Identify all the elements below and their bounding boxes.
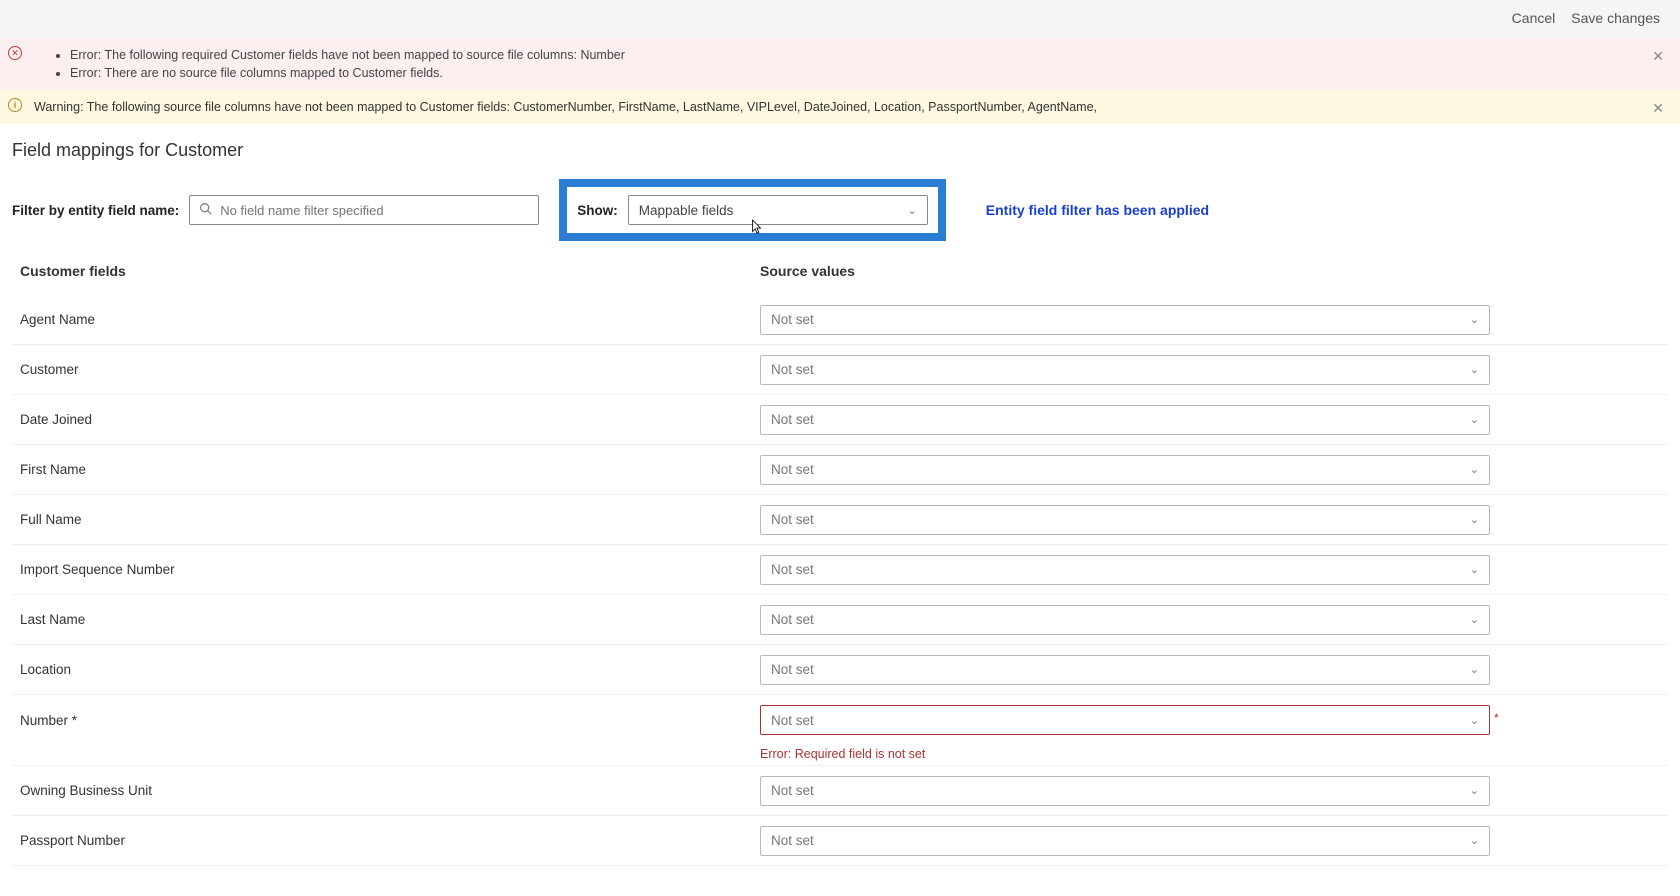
required-indicator: * [1494,711,1499,725]
top-action-bar: Cancel Save changes [0,0,1680,38]
show-dropdown[interactable]: Mappable fields ⌄ [628,195,928,225]
warning-message: Warning: The following source file colum… [34,100,1097,114]
field-row-owning-business-unit: Owning Business Unit Not set ⌄ [12,766,1668,816]
show-dropdown-value: Mappable fields [639,203,734,218]
page-title: Field mappings for Customer [12,140,1668,161]
dropdown-value: Not set [771,462,814,477]
field-row-agent-name: Agent Name Not set ⌄ [12,295,1668,345]
chevron-down-icon: ⌄ [1470,563,1479,576]
error-message-1: Error: The following required Customer f… [70,46,1640,64]
field-row-last-name: Last Name Not set ⌄ [12,595,1668,645]
search-icon [199,202,212,218]
chevron-down-icon: ⌄ [1470,363,1479,376]
field-label: Number * [20,713,760,728]
field-label: Passport Number [20,833,760,848]
chevron-down-icon: ⌄ [1470,714,1479,727]
field-label: Agent Name [20,312,760,327]
field-error-message: Error: Required field is not set [12,747,1668,761]
field-label: Date Joined [20,412,760,427]
field-label: Owning Business Unit [20,783,760,798]
columns-header: Customer fields Source values [12,263,1668,279]
field-row-customer: Customer Not set ⌄ [12,345,1668,395]
field-row-first-name: First Name Not set ⌄ [12,445,1668,495]
close-icon[interactable]: ✕ [1652,46,1664,66]
filter-applied-message: Entity field filter has been applied [986,202,1209,218]
filter-input[interactable] [189,195,539,225]
warning-icon: i [8,98,22,112]
field-row-passport-number: Passport Number Not set ⌄ [12,816,1668,866]
dropdown-value: Not set [771,612,814,627]
show-filter-highlight: Show: Mappable fields ⌄ [559,179,946,241]
error-message-2: Error: There are no source file columns … [70,64,1640,82]
error-banner: ✕ Error: The following required Customer… [0,38,1680,90]
source-value-dropdown[interactable]: Not set ⌄ [760,655,1490,685]
dropdown-value: Not set [771,412,814,427]
source-value-dropdown[interactable]: Not set ⌄ [760,605,1490,635]
source-value-dropdown[interactable]: Not set ⌄ [760,305,1490,335]
source-value-dropdown[interactable]: Not set ⌄ [760,355,1490,385]
filter-row: Filter by entity field name: Show: Mappa… [12,179,1668,241]
filter-input-wrap [189,195,539,225]
field-row-number: Number * Not set ⌄ * [12,695,1668,745]
field-row-import-sequence-number: Import Sequence Number Not set ⌄ [12,545,1668,595]
source-value-dropdown[interactable]: Not set ⌄ [760,505,1490,535]
chevron-down-icon: ⌄ [1470,613,1479,626]
field-row-location: Location Not set ⌄ [12,645,1668,695]
field-label: Full Name [20,512,760,527]
column-header-customer-fields: Customer fields [20,263,760,279]
cancel-button[interactable]: Cancel [1512,10,1556,26]
column-header-source-values: Source values [760,263,1660,279]
dropdown-value: Not set [771,783,814,798]
save-changes-button[interactable]: Save changes [1571,10,1660,26]
source-value-dropdown[interactable]: Not set ⌄ [760,705,1490,735]
source-value-dropdown[interactable]: Not set ⌄ [760,826,1490,856]
source-value-dropdown[interactable]: Not set ⌄ [760,776,1490,806]
close-icon[interactable]: ✕ [1652,98,1664,118]
source-value-dropdown[interactable]: Not set ⌄ [760,405,1490,435]
dropdown-value: Not set [771,662,814,677]
warning-banner: i Warning: The following source file col… [0,90,1680,124]
dropdown-value: Not set [771,833,814,848]
filter-label: Filter by entity field name: [12,203,179,218]
dropdown-value: Not set [771,562,814,577]
show-label: Show: [577,203,618,218]
chevron-down-icon: ⌄ [1470,663,1479,676]
field-label: Import Sequence Number [20,562,760,577]
chevron-down-icon: ⌄ [1470,313,1479,326]
field-row-date-joined: Date Joined Not set ⌄ [12,395,1668,445]
source-value-dropdown[interactable]: Not set ⌄ [760,555,1490,585]
chevron-down-icon: ⌄ [1470,834,1479,847]
page-body: Field mappings for Customer Filter by en… [0,124,1680,896]
dropdown-value: Not set [771,362,814,377]
field-label: Location [20,662,760,677]
dropdown-value: Not set [771,512,814,527]
field-label: First Name [20,462,760,477]
field-label: Last Name [20,612,760,627]
cursor-pointer-icon [750,219,764,237]
dropdown-value: Not set [771,713,814,728]
chevron-down-icon: ⌄ [1470,463,1479,476]
field-label: Customer [20,362,760,377]
chevron-down-icon: ⌄ [1470,413,1479,426]
error-icon: ✕ [8,46,22,60]
field-row-full-name: Full Name Not set ⌄ [12,495,1668,545]
chevron-down-icon: ⌄ [908,204,917,217]
source-value-dropdown[interactable]: Not set ⌄ [760,455,1490,485]
chevron-down-icon: ⌄ [1470,513,1479,526]
dropdown-value: Not set [771,312,814,327]
chevron-down-icon: ⌄ [1470,784,1479,797]
